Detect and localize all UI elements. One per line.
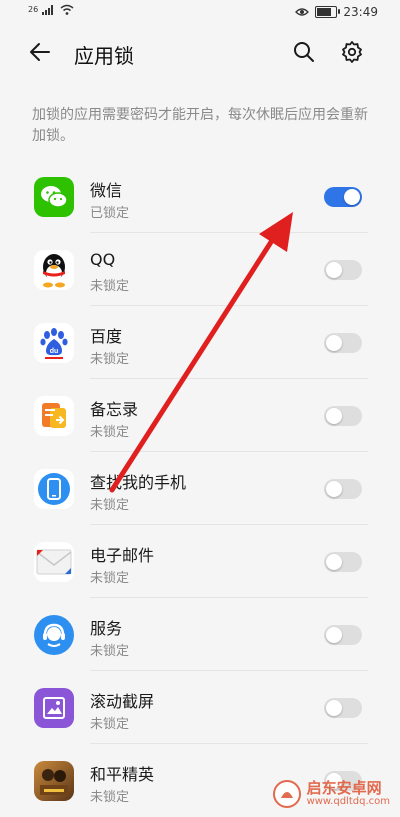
description-text: 加锁的应用需要密码才能开启，每次休眠后应用会重新加锁。 [32, 107, 368, 144]
list-item-qq: QQ 未锁定 [0, 233, 400, 306]
svg-text:du: du [50, 348, 59, 355]
lock-toggle-email[interactable] [324, 552, 362, 572]
battery-icon [315, 6, 341, 18]
wechat-icon [34, 177, 74, 217]
mail-icon [34, 542, 74, 582]
app-bar: 应用锁 [0, 28, 400, 80]
list-item-service: 服务 未锁定 [0, 598, 400, 671]
find-phone-icon [34, 469, 74, 509]
app-name: 和平精英 [90, 765, 155, 784]
watermark-url: www.qdltdq.com [306, 796, 390, 807]
eye-comfort-icon [295, 8, 310, 16]
list-item-baidu: du 百度 未锁定 [0, 306, 400, 379]
app-name: QQ [90, 250, 116, 269]
status-bar: 26 23:49 [0, 0, 400, 26]
list-item-find-phone: 查找我的手机 未锁定 [0, 452, 400, 525]
lock-toggle-qq[interactable] [324, 260, 362, 280]
lock-toggle-memo[interactable] [324, 406, 362, 426]
list-item-email: 电子邮件 未锁定 [0, 525, 400, 598]
game-icon [34, 761, 74, 801]
search-icon [294, 42, 314, 62]
page-title: 应用锁 [74, 44, 134, 68]
lock-status: 未锁定 [90, 352, 130, 367]
lock-toggle-find-phone[interactable] [324, 479, 362, 499]
back-button[interactable] [28, 40, 60, 68]
lock-status: 未锁定 [90, 279, 130, 294]
app-name: 服务 [90, 619, 123, 638]
app-list: 微信 已锁定 QQ 未锁定 du 百度 未锁定 备忘录 未锁定 查找我的手机 未… [0, 160, 400, 817]
lock-status: 未锁定 [90, 498, 130, 513]
app-name: 查找我的手机 [90, 473, 187, 492]
wifi-icon [60, 4, 74, 15]
clock: 23:49 [343, 5, 378, 19]
lock-status: 未锁定 [90, 644, 130, 659]
lock-toggle-wechat[interactable] [324, 187, 362, 207]
lock-status: 未锁定 [90, 425, 130, 440]
app-name: 备忘录 [90, 400, 139, 419]
baidu-paw-icon: du [34, 323, 74, 363]
app-name: 电子邮件 [90, 546, 155, 565]
app-name: 百度 [90, 327, 123, 346]
watermark-logo-icon [272, 780, 301, 808]
gear-icon [342, 41, 362, 63]
status-left: 26 [28, 4, 74, 15]
lock-toggle-scroll-screenshot[interactable] [324, 698, 362, 718]
app-name: 微信 [90, 181, 123, 200]
watermark-text: 启东安卓网 www.qdltdq.com [307, 780, 390, 808]
list-item-scroll-screenshot: 滚动截屏 未锁定 [0, 671, 400, 744]
list-item-wechat: 微信 已锁定 [0, 160, 400, 233]
watermark: 启东安卓网 www.qdltdq.com [272, 780, 390, 808]
watermark-title: 启东安卓网 [306, 779, 382, 797]
lock-toggle-service[interactable] [324, 625, 362, 645]
settings-button[interactable] [340, 40, 368, 68]
search-button[interactable] [292, 40, 320, 68]
status-right: 23:49 [295, 5, 378, 19]
list-item-memo: 备忘录 未锁定 [0, 379, 400, 452]
lock-status: 已锁定 [90, 206, 130, 221]
service-headset-icon [34, 615, 74, 655]
signal-label: 26 [28, 5, 39, 14]
qq-penguin-icon [34, 250, 74, 290]
app-name: 滚动截屏 [90, 692, 155, 711]
lock-status: 未锁定 [90, 717, 130, 732]
memo-icon [34, 396, 74, 436]
back-arrow-icon [30, 43, 50, 61]
lock-status: 未锁定 [90, 790, 130, 805]
scroll-screenshot-icon [34, 688, 74, 728]
lock-status: 未锁定 [90, 571, 130, 586]
signal-icon [42, 5, 54, 15]
lock-toggle-baidu[interactable] [324, 333, 362, 353]
